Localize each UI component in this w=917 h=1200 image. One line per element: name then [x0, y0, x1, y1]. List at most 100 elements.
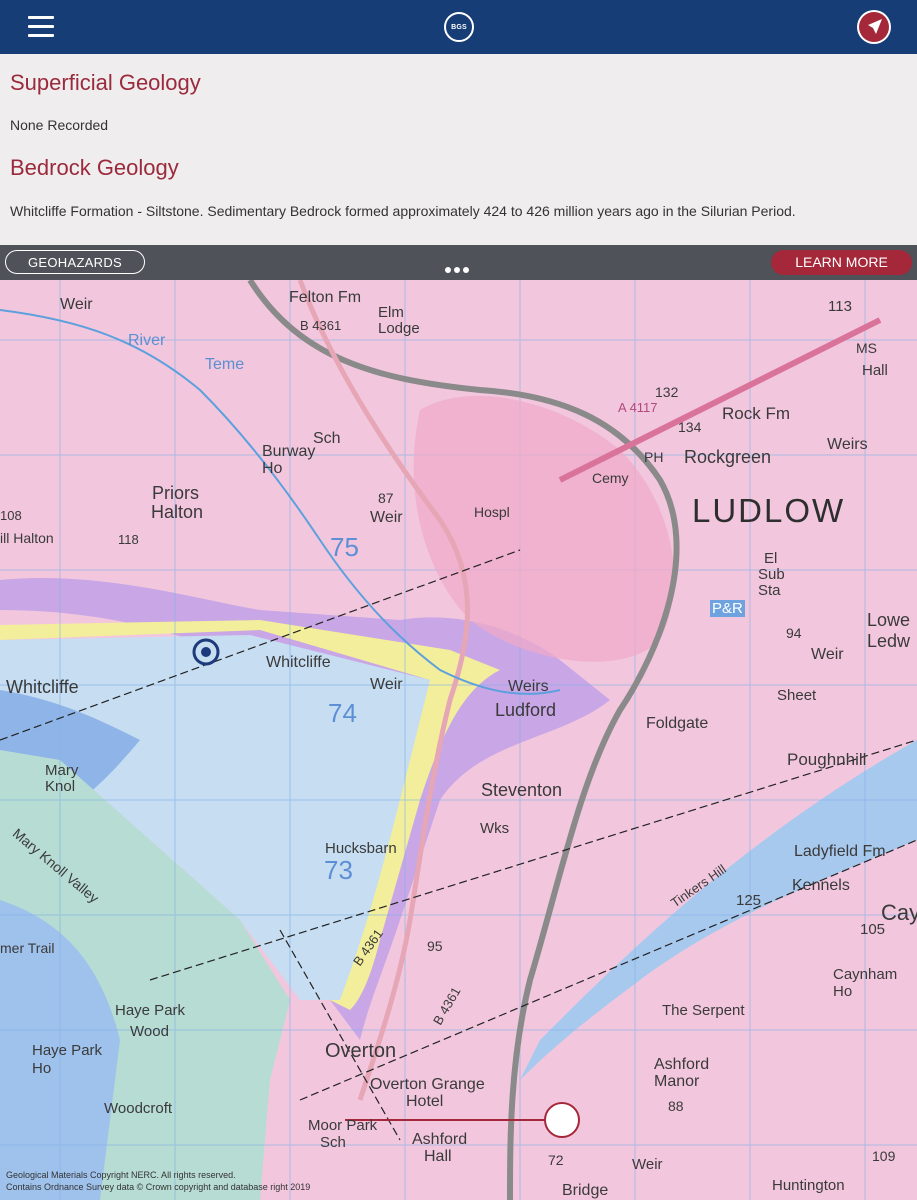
bedrock-geology-title: Bedrock Geology: [10, 155, 179, 180]
map-label: Cemy: [592, 470, 629, 486]
map-label: Caynham: [833, 966, 898, 983]
geohazards-button[interactable]: GEOHAZARDS: [5, 250, 145, 274]
map-label: Ashford: [654, 1056, 710, 1073]
more-dots-icon[interactable]: [445, 260, 472, 278]
map-label: Knol: [45, 778, 76, 795]
map-label: Weir: [370, 509, 403, 526]
top-app-bar: BGS: [0, 0, 917, 54]
map-label: mer Trail: [0, 940, 55, 956]
map-label: PH: [644, 449, 664, 465]
map-label: Weir: [60, 296, 93, 313]
map-label: Sta: [758, 582, 781, 599]
map-label: Manor: [654, 1073, 700, 1090]
map-label: Kennels: [792, 877, 850, 894]
map-copyright-line-1: Geological Materials Copyright NERC. All…: [6, 1170, 236, 1180]
map-label: Hospl: [474, 504, 510, 520]
superficial-geology-title: Superficial Geology: [10, 70, 201, 95]
map-label: Rockgreen: [684, 447, 772, 467]
map-label: Sub: [758, 566, 785, 583]
map-label: Haye Park: [32, 1042, 103, 1059]
map-label: Wood: [130, 1023, 169, 1040]
map-label: Cay: [881, 900, 917, 925]
locate-button[interactable]: [857, 10, 891, 44]
map-label: Ho: [262, 460, 283, 477]
map-label: Ludford: [495, 700, 557, 720]
geology-map[interactable]: Weir Felton Fm Elm Lodge River Teme B 43…: [0, 280, 917, 1200]
superficial-geology-value: None Recorded: [10, 117, 109, 133]
map-label: Sch: [320, 1134, 346, 1151]
bedrock-geology-value: Whitcliffe Formation - Siltstone. Sedime…: [10, 203, 796, 219]
map-label: Felton Fm: [289, 289, 362, 306]
map-label: Overton Grange: [370, 1076, 485, 1093]
map-label: 72: [548, 1152, 564, 1168]
map-label: Priors: [152, 483, 200, 503]
map-label: 118: [118, 532, 139, 547]
map-label: LUDLOW: [692, 492, 846, 529]
map-label: MS: [856, 340, 877, 356]
geology-info-panel: Superficial Geology None Recorded Bedroc…: [0, 54, 917, 245]
map-label: 87: [378, 490, 394, 506]
east-blue-band: [520, 740, 917, 1080]
map-label: 108: [0, 508, 22, 523]
map-label: 88: [668, 1098, 684, 1114]
map-label: River: [128, 332, 166, 349]
map-label: Steventon: [481, 780, 563, 800]
map-label: Ladyfield Fm: [794, 843, 886, 860]
map-label: ill Halton: [0, 530, 54, 546]
map-label: 132: [655, 384, 679, 400]
map-label: Ho: [833, 983, 853, 1000]
logo-text: BGS: [451, 23, 467, 31]
map-label: Mary: [45, 762, 79, 779]
map-label: Teme: [205, 356, 245, 373]
map-label: A 4117: [618, 400, 658, 415]
map-label: Halton: [151, 502, 204, 522]
learn-more-button[interactable]: LEARN MORE: [771, 250, 912, 275]
map-label: 134: [678, 419, 702, 435]
map-label: Overton: [325, 1040, 397, 1062]
map-label: Lowe: [867, 610, 911, 630]
map-label: The Serpent: [662, 1002, 745, 1019]
map-label: Hall: [424, 1148, 452, 1165]
map-label: Woodcroft: [104, 1100, 173, 1117]
map-label: Moor Park: [308, 1117, 378, 1134]
map-copyright-line-2: Contains Ordnance Survey data © Crown co…: [6, 1182, 311, 1192]
map-label: Rock Fm: [722, 404, 790, 423]
map-label: 125: [736, 892, 762, 909]
map-label: Sch: [313, 430, 341, 447]
map-label: Sheet: [777, 687, 817, 704]
map-label: Hall: [862, 362, 888, 379]
map-label: Wks: [480, 820, 510, 837]
bgs-logo: BGS: [444, 12, 474, 42]
slider-handle-icon: [544, 1102, 580, 1138]
map-label: Poughnhill: [787, 750, 867, 769]
map-label: Whitcliffe: [6, 677, 79, 697]
map-label: El: [764, 550, 778, 567]
map-label: Hotel: [406, 1093, 444, 1110]
navigation-arrow-icon: [859, 12, 889, 42]
map-label: Huntington: [772, 1177, 845, 1194]
map-label: 105: [860, 921, 886, 938]
map-label: Bridge: [562, 1182, 609, 1199]
map-label: 113: [828, 298, 852, 315]
map-label: Weir: [811, 646, 844, 663]
map-label: Haye Park: [115, 1002, 186, 1019]
map-label: Ho: [32, 1060, 52, 1077]
map-label: Foldgate: [646, 715, 709, 732]
map-label: B 4361: [300, 318, 342, 333]
map-label: 109: [872, 1148, 896, 1164]
hamburger-menu-icon[interactable]: [28, 16, 54, 38]
map-label: Burway: [262, 443, 316, 460]
map-label: 95: [427, 938, 443, 954]
park-and-ride-label: P&R: [710, 600, 745, 617]
map-label: 73: [324, 855, 353, 885]
map-label: Ledw: [867, 631, 911, 651]
map-label: Weirs: [827, 436, 868, 453]
map-label: Elm Lodge: [378, 304, 420, 337]
map-label: Weir: [632, 1156, 663, 1173]
map-label: Whitcliffe: [266, 654, 331, 671]
map-label: 94: [786, 625, 802, 641]
map-label: 75: [330, 532, 359, 562]
map-label: 74: [328, 698, 357, 728]
map-label: Weirs: [508, 678, 549, 695]
map-label: Ashford: [412, 1131, 468, 1148]
